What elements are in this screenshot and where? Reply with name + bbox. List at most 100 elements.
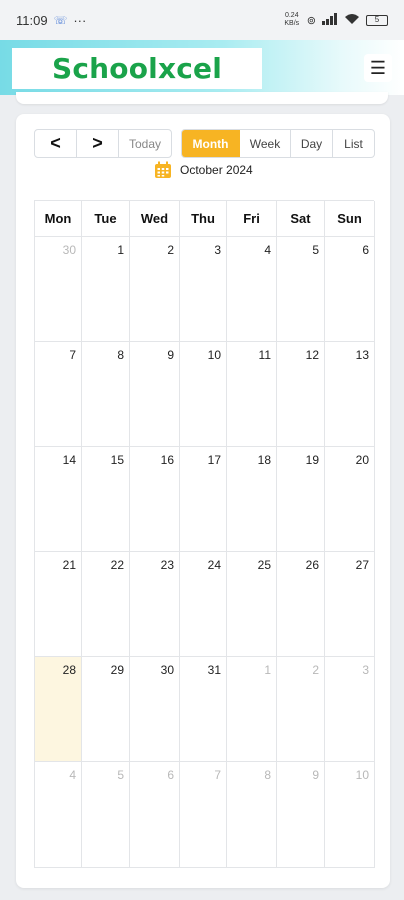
day-number: 19 — [305, 453, 319, 467]
day-cell[interactable]: 4 — [227, 237, 277, 342]
day-cell[interactable]: 10 — [325, 762, 375, 868]
view-day-button[interactable]: Day — [291, 130, 333, 157]
day-cell[interactable]: 3 — [180, 237, 227, 342]
day-number: 17 — [207, 453, 221, 467]
day-cell[interactable]: 5 — [82, 762, 130, 868]
day-cell[interactable]: 1 — [227, 657, 277, 762]
day-cell[interactable]: 23 — [130, 552, 180, 657]
day-cell[interactable]: 20 — [325, 447, 375, 552]
day-cell[interactable]: 5 — [277, 237, 325, 342]
day-cell-today[interactable]: 28 — [35, 657, 82, 762]
day-cell[interactable]: 9 — [277, 762, 325, 868]
day-cell[interactable]: 8 — [82, 342, 130, 447]
day-cell[interactable]: 22 — [82, 552, 130, 657]
week-row: 7 8 9 10 11 12 13 — [35, 342, 375, 447]
day-cell[interactable]: 7 — [180, 762, 227, 868]
week-row: 14 15 16 17 18 19 20 — [35, 447, 375, 552]
day-number: 9 — [312, 768, 319, 782]
day-number: 16 — [160, 453, 174, 467]
weekday-header: Wed — [130, 201, 180, 237]
week-row: 4 5 6 7 8 9 10 — [35, 762, 375, 868]
day-cell[interactable]: 16 — [130, 447, 180, 552]
day-cell[interactable]: 17 — [180, 447, 227, 552]
day-number: 28 — [62, 663, 76, 677]
calendar-card: < > Today Month Week Day List October 20… — [16, 114, 390, 888]
day-cell[interactable]: 6 — [325, 237, 375, 342]
battery-level: 5 — [374, 15, 380, 24]
day-number: 20 — [355, 453, 369, 467]
day-cell[interactable]: 21 — [35, 552, 82, 657]
call-icon: ☏ — [53, 14, 68, 27]
view-list-button[interactable]: List — [333, 130, 374, 157]
day-cell[interactable]: 31 — [180, 657, 227, 762]
today-button[interactable]: Today — [119, 130, 171, 157]
day-number: 23 — [160, 558, 174, 572]
day-number: 1 — [117, 243, 124, 257]
day-cell[interactable]: 11 — [227, 342, 277, 447]
day-cell[interactable]: 9 — [130, 342, 180, 447]
day-number: 5 — [312, 243, 319, 257]
day-number: 22 — [110, 558, 124, 572]
calendar-icon — [155, 161, 171, 178]
month-title: October 2024 — [154, 160, 253, 180]
day-cell[interactable]: 15 — [82, 447, 130, 552]
day-cell[interactable]: 13 — [325, 342, 375, 447]
day-cell[interactable]: 29 — [82, 657, 130, 762]
day-cell[interactable]: 2 — [277, 657, 325, 762]
day-cell[interactable]: 26 — [277, 552, 325, 657]
day-number: 21 — [62, 558, 76, 572]
day-number: 11 — [258, 348, 271, 362]
day-cell[interactable]: 18 — [227, 447, 277, 552]
day-number: 8 — [117, 348, 124, 362]
status-bar: 11:09 ☏ ··· 0.24 KB/s ⊚ 5 — [0, 0, 404, 40]
weekday-header: Sat — [277, 201, 325, 237]
day-number: 4 — [69, 768, 76, 782]
day-number: 24 — [207, 558, 221, 572]
network-speed: 0.24 KB/s — [284, 12, 300, 27]
day-number: 2 — [312, 663, 319, 677]
day-cell[interactable]: 14 — [35, 447, 82, 552]
day-cell[interactable]: 2 — [130, 237, 180, 342]
day-number: 8 — [264, 768, 271, 782]
day-number: 3 — [214, 243, 221, 257]
day-cell[interactable]: 12 — [277, 342, 325, 447]
month-title-text: October 2024 — [180, 163, 253, 177]
day-number: 31 — [207, 663, 221, 677]
day-number: 6 — [362, 243, 369, 257]
day-cell[interactable]: 6 — [130, 762, 180, 868]
day-number: 5 — [117, 768, 124, 782]
day-cell[interactable]: 7 — [35, 342, 82, 447]
month-grid: Mon Tue Wed Thu Fri Sat Sun 30 1 2 3 4 5 6 7 8 9 1… — [34, 200, 375, 868]
prev-month-button[interactable]: < — [35, 130, 77, 157]
week-row: 21 22 23 24 25 26 27 — [35, 552, 375, 657]
day-number: 3 — [362, 663, 369, 677]
hamburger-menu-icon: ☰ — [369, 57, 387, 78]
status-time: 11:09 — [16, 12, 48, 28]
day-cell[interactable]: 4 — [35, 762, 82, 868]
day-cell[interactable]: 3 — [325, 657, 375, 762]
week-row: 28 29 30 31 1 2 3 — [35, 657, 375, 762]
day-cell[interactable]: 30 — [35, 237, 82, 342]
day-number: 26 — [305, 558, 319, 572]
day-cell[interactable]: 25 — [227, 552, 277, 657]
day-number: 4 — [264, 243, 271, 257]
day-cell[interactable]: 8 — [227, 762, 277, 868]
day-cell[interactable]: 30 — [130, 657, 180, 762]
view-week-button[interactable]: Week — [240, 130, 291, 157]
view-month-button[interactable]: Month — [182, 130, 240, 157]
day-cell[interactable]: 1 — [82, 237, 130, 342]
weekday-header: Fri — [227, 201, 277, 237]
weekday-header: Thu — [180, 201, 227, 237]
day-number: 1 — [264, 663, 271, 677]
next-month-button[interactable]: > — [77, 130, 119, 157]
day-number: 30 — [62, 243, 76, 257]
day-number: 6 — [167, 768, 174, 782]
battery-icon: 5 — [366, 14, 388, 26]
day-number: 15 — [110, 453, 124, 467]
day-cell[interactable]: 27 — [325, 552, 375, 657]
day-cell[interactable]: 19 — [277, 447, 325, 552]
day-cell[interactable]: 10 — [180, 342, 227, 447]
app-logo[interactable]: Schoolxcel — [12, 48, 262, 89]
menu-button[interactable]: ☰ — [364, 54, 392, 82]
day-cell[interactable]: 24 — [180, 552, 227, 657]
